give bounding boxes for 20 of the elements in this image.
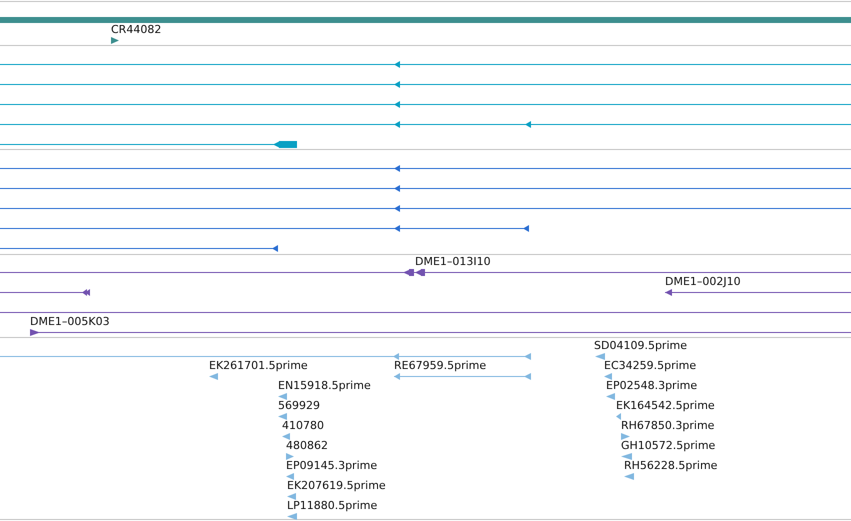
feature-label: 569929 bbox=[278, 399, 320, 412]
feature-label: DME1–005K03 bbox=[30, 315, 110, 328]
feature-label: DME1–013I10 bbox=[415, 255, 491, 268]
feature-label: SD04109.5prime bbox=[594, 339, 687, 352]
feature-label: LP11880.5prime bbox=[287, 499, 378, 512]
feature-label: EK261701.5prime bbox=[209, 359, 308, 372]
feature-label: EP09145.3prime bbox=[286, 459, 378, 472]
feature-label: EK207619.5prime bbox=[287, 479, 386, 492]
feature-label: EC34259.5prime bbox=[604, 359, 696, 372]
feature-label: GH10572.5prime bbox=[621, 439, 716, 452]
feature-label: CR44082 bbox=[111, 23, 162, 36]
feature-label: 480862 bbox=[286, 439, 328, 452]
feature-label: EN15918.5prime bbox=[278, 379, 371, 392]
feature-label: RH56228.5prime bbox=[624, 459, 718, 472]
feature-label: EK164542.5prime bbox=[616, 399, 715, 412]
feature-label: EP02548.3prime bbox=[606, 379, 698, 392]
feature-label: DME1–002J10 bbox=[665, 275, 741, 288]
feature-label: RE67959.5prime bbox=[394, 359, 486, 372]
feature-label: RH67850.3prime bbox=[621, 419, 714, 432]
feature-label: 410780 bbox=[282, 419, 324, 432]
